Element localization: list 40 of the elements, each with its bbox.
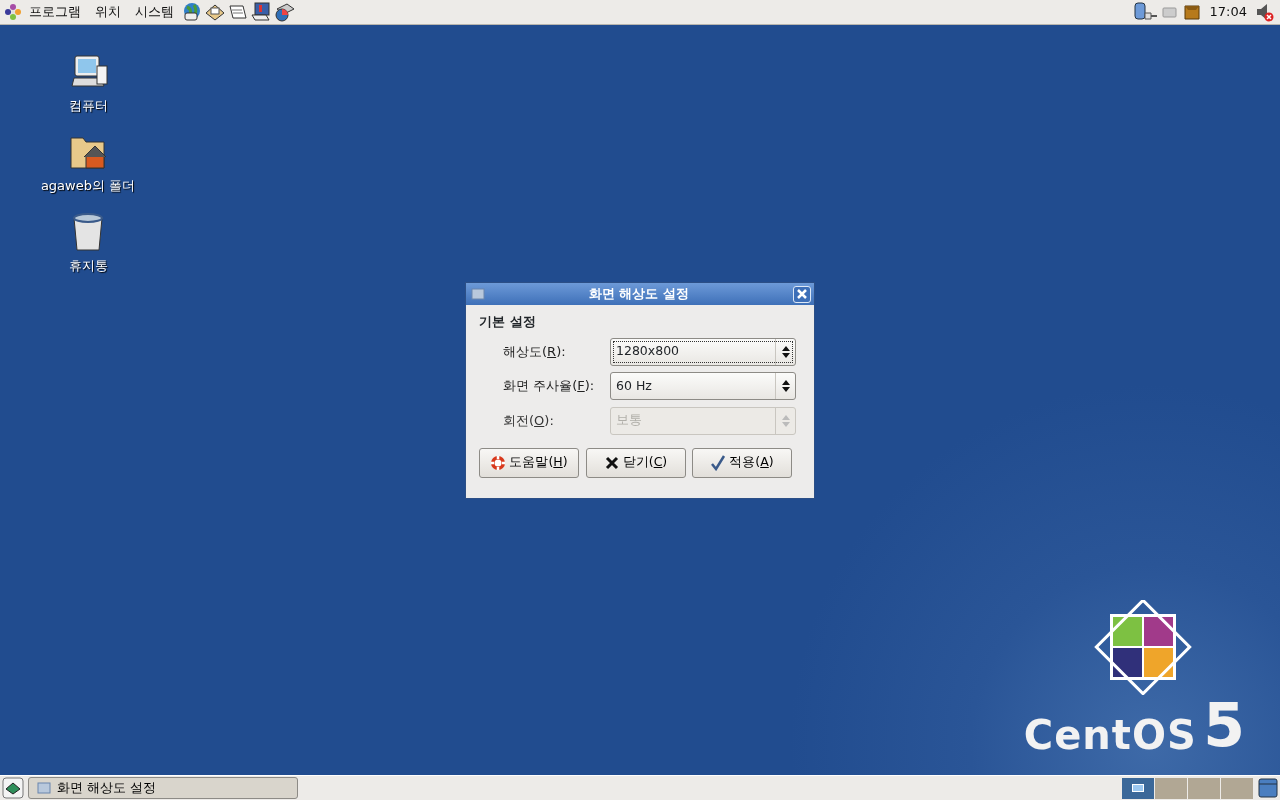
spinner-arrows-icon <box>781 345 790 358</box>
logo-version: 5 <box>1203 695 1245 755</box>
field-label: 해상도(R): <box>502 342 567 361</box>
clock-text: 17:04 <box>1208 3 1248 22</box>
menu-item[interactable]: 시스템 <box>128 2 181 22</box>
checkmark-icon <box>710 454 727 471</box>
dialog-button[interactable]: 닫기(C) <box>585 447 686 478</box>
speaker-icon[interactable] <box>1254 1 1276 23</box>
spinner-arrows-icon <box>781 380 790 392</box>
desktop-icon-label[interactable]: 휴지통 <box>68 256 108 276</box>
section-heading: 기본 설정 <box>479 312 537 331</box>
logo-text: CentOS <box>1023 715 1197 755</box>
pie-chart-icon[interactable] <box>273 1 296 23</box>
workspace-button[interactable] <box>1122 777 1155 799</box>
dropdown[interactable]: 1280x800 <box>610 337 796 366</box>
menu-item[interactable]: 위치 <box>88 2 128 22</box>
dialog-button[interactable]: 도움말(H) <box>479 447 579 478</box>
show-desktop-icon[interactable] <box>2 777 24 799</box>
window-thumbnail-icon <box>1132 784 1144 792</box>
dialog-button[interactable]: 적용(A) <box>692 447 792 478</box>
trash-applet-icon[interactable] <box>1258 778 1278 798</box>
dropdown[interactable]: 60 Hz <box>610 372 796 400</box>
close-button[interactable] <box>793 285 811 303</box>
menu-flower-icon[interactable] <box>4 3 22 21</box>
dialog-title: 화면 해상도 설정 <box>588 284 690 303</box>
monitor-icon[interactable] <box>250 1 273 23</box>
field-label: 화면 주사율(F): <box>502 377 596 396</box>
field-label: 회전(O): <box>502 411 555 430</box>
dropdown: 보통 <box>610 406 796 435</box>
desktop-icon-label[interactable]: agaweb의 폴더 <box>40 176 136 196</box>
network-plug-icon[interactable] <box>1132 1 1159 23</box>
x-icon <box>603 454 620 471</box>
spinner-arrows-icon <box>781 414 790 427</box>
close-icon <box>797 289 807 299</box>
menu-item[interactable]: 프로그램 <box>22 2 88 22</box>
window-icon <box>37 781 51 795</box>
desktop-icon-label[interactable]: 컴퓨터 <box>68 96 108 116</box>
lifebuoy-icon <box>490 454 507 471</box>
taskbar-button[interactable]: 화면 해상도 설정 <box>28 777 298 799</box>
window-icon <box>471 287 485 301</box>
